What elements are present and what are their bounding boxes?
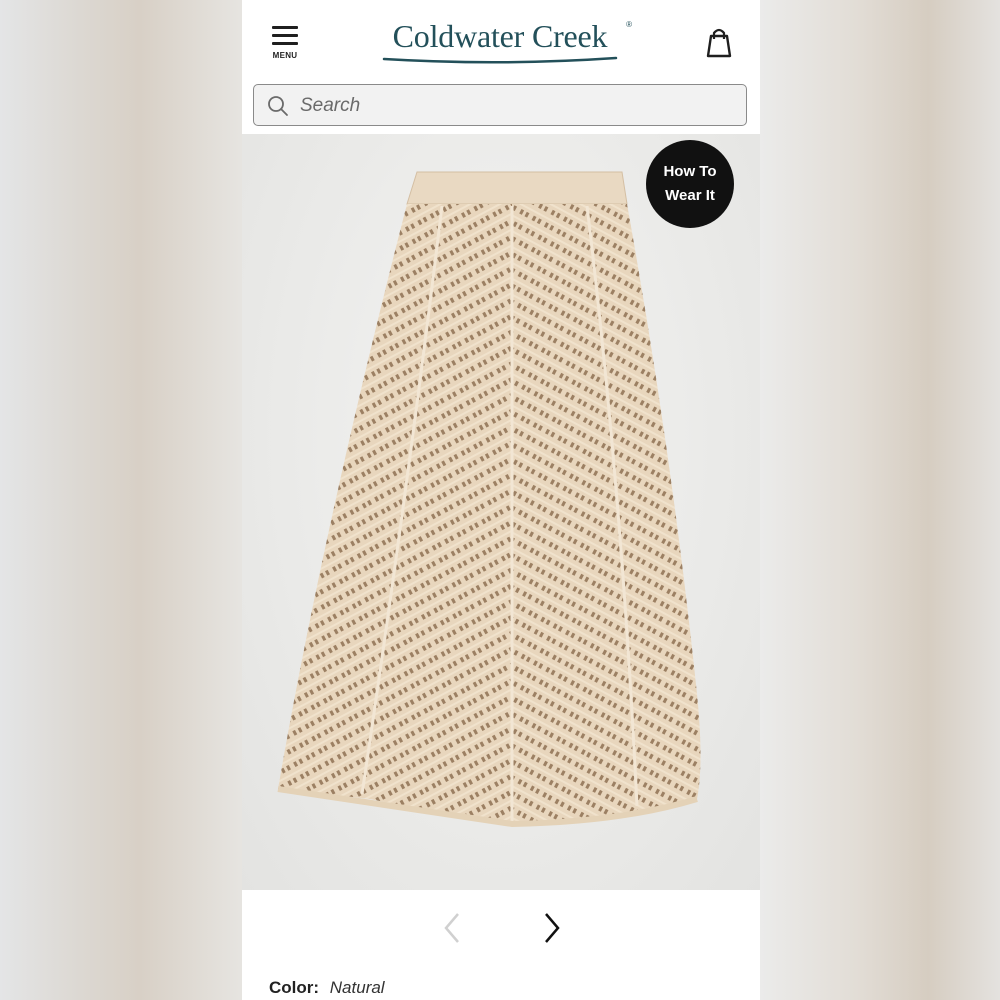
shopping-bag-icon <box>706 28 732 58</box>
logo-registered-mark: ® <box>626 20 632 29</box>
brand-logo[interactable]: Coldwater Creek ® <box>372 16 632 66</box>
color-value: Natural <box>329 978 385 997</box>
color-label: Color: <box>269 978 320 997</box>
search-icon <box>268 96 288 116</box>
menu-label: MENU <box>272 51 298 60</box>
product-image[interactable] <box>242 134 760 890</box>
image-carousel-nav <box>242 890 760 970</box>
how-to-wear-it-badge[interactable]: How To Wear It <box>646 140 734 228</box>
chevron-right-icon <box>545 913 560 943</box>
badge-line-1: How To <box>663 163 717 180</box>
crochet-maxi-skirt-image <box>277 171 701 828</box>
logo-text: Coldwater Creek <box>392 18 608 54</box>
background-blur-right <box>760 0 1000 1000</box>
menu-button[interactable]: MENU <box>268 26 304 66</box>
color-selection: Color: Natural <box>269 978 385 998</box>
mobile-page: MENU Coldwater Creek ® Search How To Wea… <box>242 0 760 1000</box>
logo-swoosh <box>382 56 618 64</box>
shopping-bag-button[interactable] <box>704 26 734 60</box>
previous-image-button[interactable] <box>438 908 466 948</box>
search-input[interactable] <box>298 85 732 126</box>
site-header: MENU Coldwater Creek ® <box>242 0 760 84</box>
chevron-left-icon <box>444 913 459 943</box>
next-image-button[interactable] <box>538 908 566 948</box>
badge-line-2: Wear It <box>665 187 715 204</box>
search-bar[interactable] <box>253 84 747 126</box>
